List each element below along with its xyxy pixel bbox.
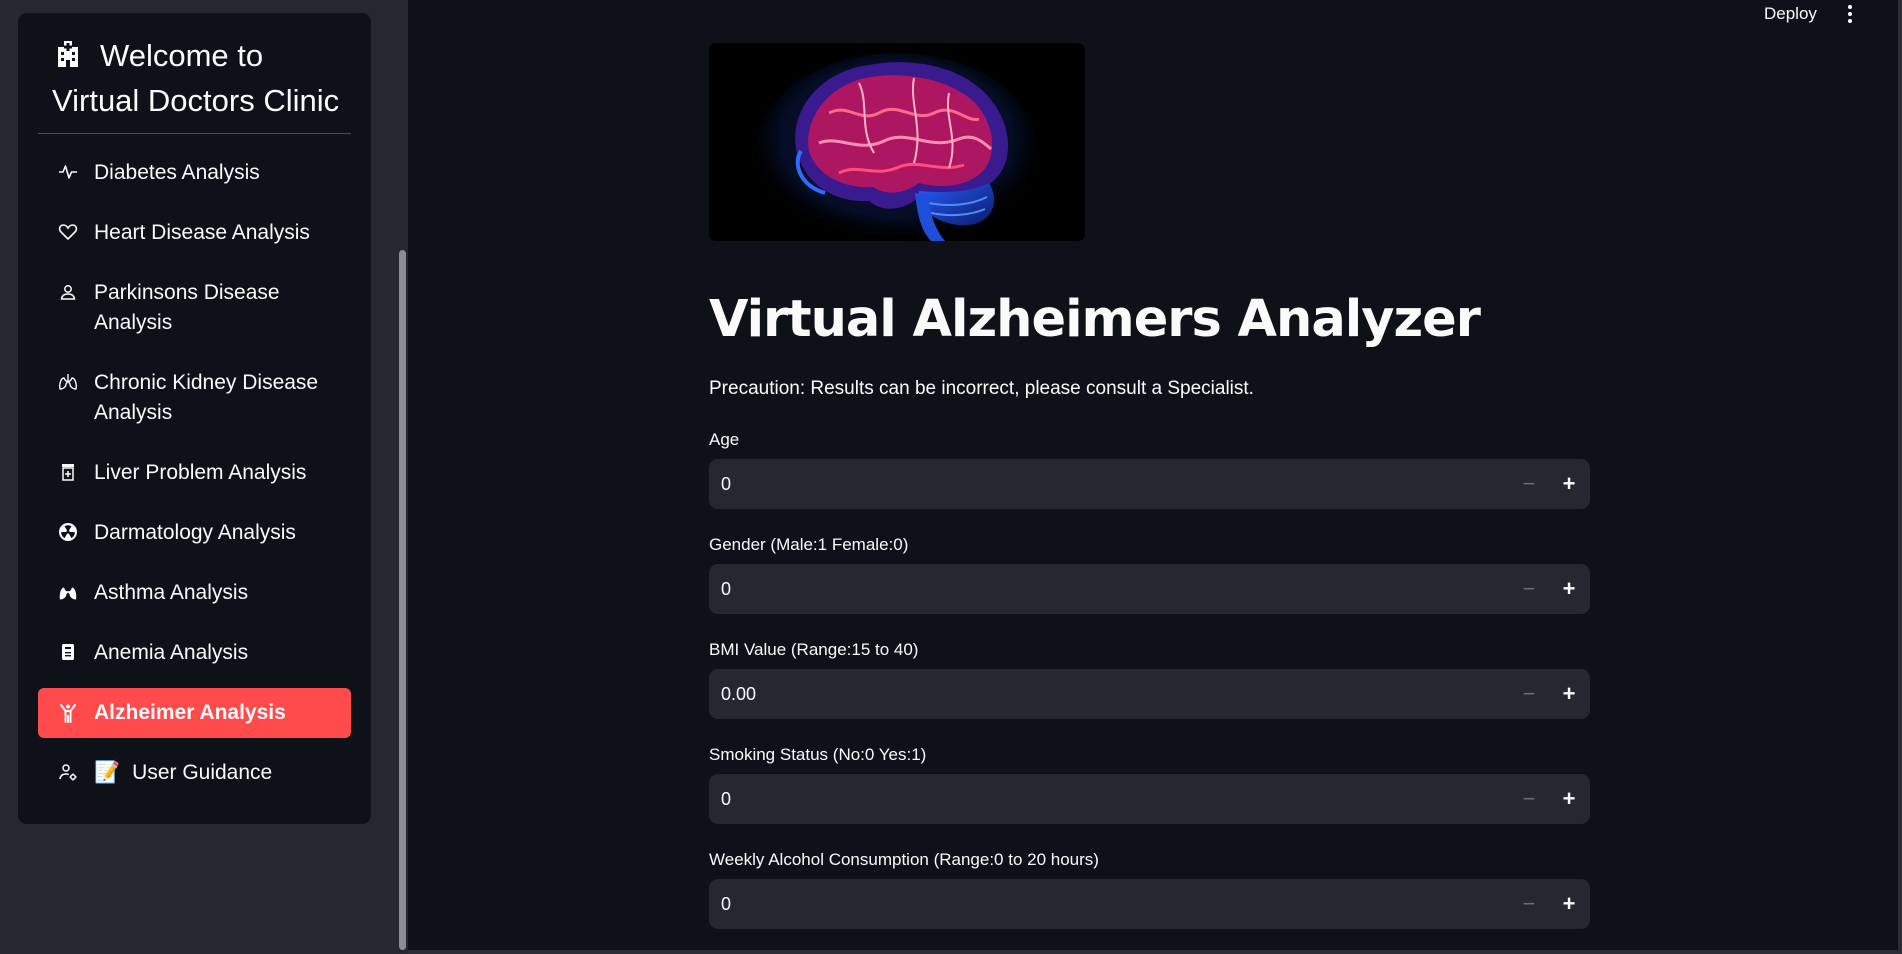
menu-title-line2: Virtual Doctors Clinic — [52, 83, 340, 118]
precaution-text: Precaution: Results can be incorrect, pl… — [709, 378, 1254, 399]
sidebar-item-user-guidance[interactable]: 📝 User Guidance — [38, 758, 351, 788]
sidebar-item-label: Liver Problem Analysis — [94, 461, 307, 484]
sidebar-item-diabetes[interactable]: Diabetes Analysis — [38, 158, 351, 188]
lungs-icon — [59, 374, 77, 390]
page-title: Virtual Alzheimers Analyzer — [709, 290, 1481, 349]
sidebar-item-label: Chronic Kidney Disease Analysis — [94, 371, 319, 424]
deploy-button[interactable]: Deploy — [1764, 3, 1817, 25]
sidebar-item-label: Darmatology Analysis — [94, 521, 296, 544]
window-right-border — [1898, 0, 1902, 954]
activity-icon — [59, 165, 77, 179]
person-gear-icon — [59, 764, 77, 781]
smoking-increment-button[interactable]: + — [1549, 774, 1589, 824]
gender-increment-button[interactable]: + — [1549, 564, 1589, 614]
age-increment-button[interactable]: + — [1549, 459, 1589, 509]
alcohol-number-input: − + — [709, 879, 1590, 929]
menu-divider — [38, 133, 351, 134]
radioactive-icon — [59, 523, 77, 541]
gender-label: Gender (Male:1 Female:0) — [709, 535, 909, 554]
bmi-decrement-button[interactable]: − — [1509, 669, 1549, 719]
sidebar-item-label: Anemia Analysis — [94, 641, 249, 664]
sidebar-item-label: Alzheimer Analysis — [94, 701, 286, 724]
bmi-field[interactable] — [709, 669, 1489, 719]
window-bottom-border — [408, 950, 1902, 954]
sidebar-item-chronic-kidney[interactable]: Chronic Kidney Disease Analysis — [38, 368, 351, 428]
alcohol-increment-button[interactable]: + — [1549, 879, 1589, 929]
prescription-icon — [62, 464, 74, 481]
lungs-fill-icon — [59, 584, 77, 600]
age-decrement-button[interactable]: − — [1509, 459, 1549, 509]
bmi-increment-button[interactable]: + — [1549, 669, 1589, 719]
gender-number-input: − + — [709, 564, 1590, 614]
sidebar-item-liver[interactable]: Liver Problem Analysis — [38, 458, 351, 488]
smoking-decrement-button[interactable]: − — [1509, 774, 1549, 824]
sidebar-item-anemia[interactable]: Anemia Analysis — [38, 638, 351, 668]
kebab-menu-icon[interactable] — [1846, 3, 1854, 25]
age-field[interactable] — [709, 459, 1489, 509]
sidebar-item-parkinsons[interactable]: Parkinsons Disease Analysis — [38, 278, 351, 338]
smoking-label: Smoking Status (No:0 Yes:1) — [709, 745, 927, 764]
sidebar-item-dermatology[interactable]: Darmatology Analysis — [38, 518, 351, 548]
sidebar-item-heart-disease[interactable]: Heart Disease Analysis — [38, 218, 351, 248]
sidebar-item-label: Asthma Analysis — [94, 581, 249, 604]
person-raised-hands-icon — [60, 704, 76, 723]
heart-icon — [58, 224, 78, 241]
person-icon — [60, 285, 76, 300]
sidebar-item-label: Parkinsons Disease Analysis — [94, 281, 280, 334]
age-number-input: − + — [709, 459, 1590, 509]
bmi-label: BMI Value (Range:15 to 40) — [709, 640, 919, 659]
gender-decrement-button[interactable]: − — [1509, 564, 1549, 614]
sidebar-scrollbar[interactable] — [399, 250, 406, 950]
alcohol-field[interactable] — [709, 879, 1489, 929]
menu-title-line1: Welcome to — [100, 38, 264, 73]
alcohol-label: Weekly Alcohol Consumption (Range:0 to 2… — [709, 850, 1099, 869]
alcohol-decrement-button[interactable]: − — [1509, 879, 1549, 929]
age-label: Age — [709, 430, 740, 449]
memo-emoji: 📝 — [94, 761, 121, 784]
smoking-field[interactable] — [709, 774, 1489, 824]
smoking-number-input: − + — [709, 774, 1590, 824]
sidebar-item-label: Diabetes Analysis — [94, 161, 260, 184]
bmi-number-input: − + — [709, 669, 1590, 719]
menu-title: Welcome to Virtual Doctors Clinic — [34, 33, 354, 123]
hospital-icon — [58, 41, 78, 67]
gender-field[interactable] — [709, 564, 1489, 614]
sidebar-item-label: User Guidance — [132, 761, 273, 784]
sidebar-item-asthma[interactable]: Asthma Analysis — [38, 578, 351, 608]
sidebar-item-label: Heart Disease Analysis — [94, 221, 310, 244]
sidebar-item-alzheimer[interactable]: Alzheimer Analysis — [38, 688, 351, 738]
sidebar: Welcome to Virtual Doctors Clinic Diabet… — [0, 0, 408, 954]
clipboard-icon — [62, 644, 74, 660]
brain-image — [709, 43, 1085, 241]
